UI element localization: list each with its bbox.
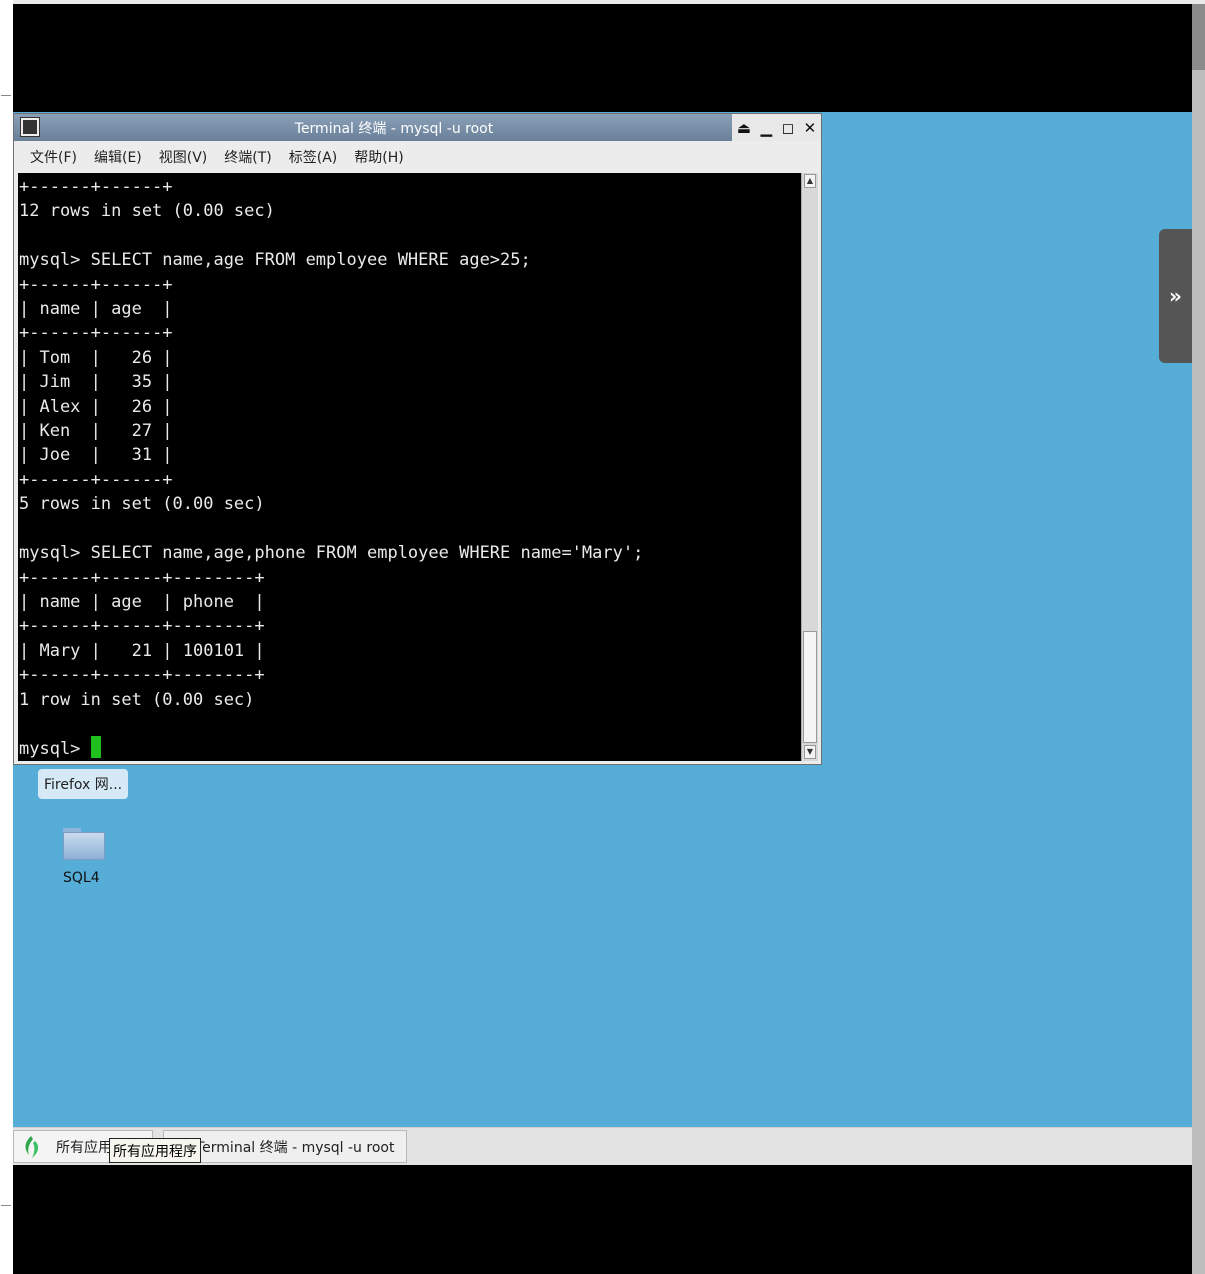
scroll-down-icon[interactable]: ▼ bbox=[804, 745, 816, 759]
double-chevron-right-icon: » bbox=[1169, 284, 1182, 308]
terminal-line: | name | age | bbox=[19, 299, 173, 320]
terminal-line: 12 rows in set (0.00 sec) bbox=[19, 201, 275, 222]
text-cursor bbox=[90, 736, 101, 759]
close-icon[interactable]: ✕ bbox=[804, 119, 817, 137]
taskbar-terminal-label: Terminal 终端 - mysql -u root bbox=[196, 1139, 395, 1156]
scroll-up-icon[interactable]: ▲ bbox=[804, 174, 816, 188]
folder-icon-body bbox=[63, 832, 105, 860]
terminal-window[interactable]: Terminal 终端 - mysql -u root ⏏ ▁ ◻ ✕ 文件(F… bbox=[13, 113, 822, 765]
terminal-line: mysql> SELECT name,age FROM employee WHE… bbox=[19, 250, 531, 271]
terminal-line: +------+------+--------+ bbox=[19, 567, 265, 588]
terminal-scrollbar[interactable]: ▲ ▼ bbox=[801, 173, 818, 761]
terminal-line: | Joe | 31 | bbox=[19, 445, 173, 466]
terminal-line: 5 rows in set (0.00 sec) bbox=[19, 494, 265, 515]
left-edge bbox=[0, 0, 13, 1274]
all-apps-tooltip: 所有应用程序 bbox=[109, 1138, 201, 1163]
bottom-black-area bbox=[13, 1165, 1192, 1274]
desktop-icon-firefox[interactable]: Firefox 网... bbox=[38, 769, 129, 799]
terminal-app-icon[interactable] bbox=[20, 117, 40, 137]
folder-label-sql4[interactable]: SQL4 bbox=[63, 870, 100, 886]
shade-icon[interactable]: ⏏ bbox=[737, 119, 751, 137]
terminal-prompt: mysql> bbox=[19, 739, 91, 760]
terminal-line: | name | age | phone | bbox=[19, 591, 265, 612]
terminal-line: +------+------+--------+ bbox=[19, 665, 265, 686]
terminal-scrollbar-thumb[interactable] bbox=[803, 631, 817, 743]
top-black-area bbox=[13, 4, 1192, 112]
terminal-line: | Jim | 35 | bbox=[19, 372, 173, 393]
folder-icon[interactable] bbox=[63, 826, 105, 860]
menu-tabs[interactable]: 标签(A) bbox=[289, 147, 338, 167]
firefox-label: Firefox 网... bbox=[44, 777, 123, 793]
page-scrollbar[interactable] bbox=[1192, 4, 1205, 1274]
terminal-line: mysql> SELECT name,age,phone FROM employ… bbox=[19, 543, 644, 564]
terminal-line: | Tom | 26 | bbox=[19, 347, 173, 368]
terminal-line: | Mary | 21 | 100101 | bbox=[19, 640, 265, 661]
terminal-line: +------+------+ bbox=[19, 274, 173, 295]
terminal-output[interactable]: +------+------+ 12 rows in set (0.00 sec… bbox=[18, 173, 801, 761]
page-scrollbar-thumb[interactable] bbox=[1192, 4, 1205, 70]
app-menu-leaf-icon bbox=[25, 1135, 39, 1158]
terminal-lines: +------+------+ 12 rows in set (0.00 sec… bbox=[19, 177, 643, 710]
minimize-icon[interactable]: ▁ bbox=[761, 119, 773, 137]
window-title: Terminal 终端 - mysql -u root bbox=[294, 121, 494, 137]
left-edge-tick bbox=[1, 95, 11, 96]
menu-view[interactable]: 视图(V) bbox=[159, 147, 208, 167]
terminal-text: +------+------+ 12 rows in set (0.00 sec… bbox=[19, 175, 643, 761]
menu-file[interactable]: 文件(F) bbox=[30, 147, 77, 167]
left-edge-tick bbox=[1, 1205, 11, 1206]
terminal-line: +------+------+ bbox=[19, 177, 173, 197]
menu-bar: 文件(F) 编辑(E) 视图(V) 终端(T) 标签(A) 帮助(H) bbox=[14, 141, 821, 173]
window-controls: ⏏ ▁ ◻ ✕ bbox=[732, 114, 821, 141]
maximize-icon[interactable]: ◻ bbox=[782, 119, 794, 137]
menu-edit[interactable]: 编辑(E) bbox=[94, 147, 142, 167]
terminal-line: +------+------+ bbox=[19, 323, 173, 344]
all-apps-label: 所有应用 bbox=[56, 1139, 112, 1156]
menu-help[interactable]: 帮助(H) bbox=[354, 147, 403, 167]
terminal-line: +------+------+ bbox=[19, 469, 173, 490]
terminal-line: 1 row in set (0.00 sec) bbox=[19, 689, 255, 710]
terminal-line: | Ken | 27 | bbox=[19, 421, 173, 442]
title-bar[interactable]: Terminal 终端 - mysql -u root ⏏ ▁ ◻ ✕ bbox=[14, 114, 821, 141]
terminal-line: | Alex | 26 | bbox=[19, 396, 173, 417]
terminal-line: +------+------+--------+ bbox=[19, 616, 265, 637]
menu-terminal[interactable]: 终端(T) bbox=[224, 147, 271, 167]
side-panel-toggle[interactable]: » bbox=[1159, 229, 1192, 363]
